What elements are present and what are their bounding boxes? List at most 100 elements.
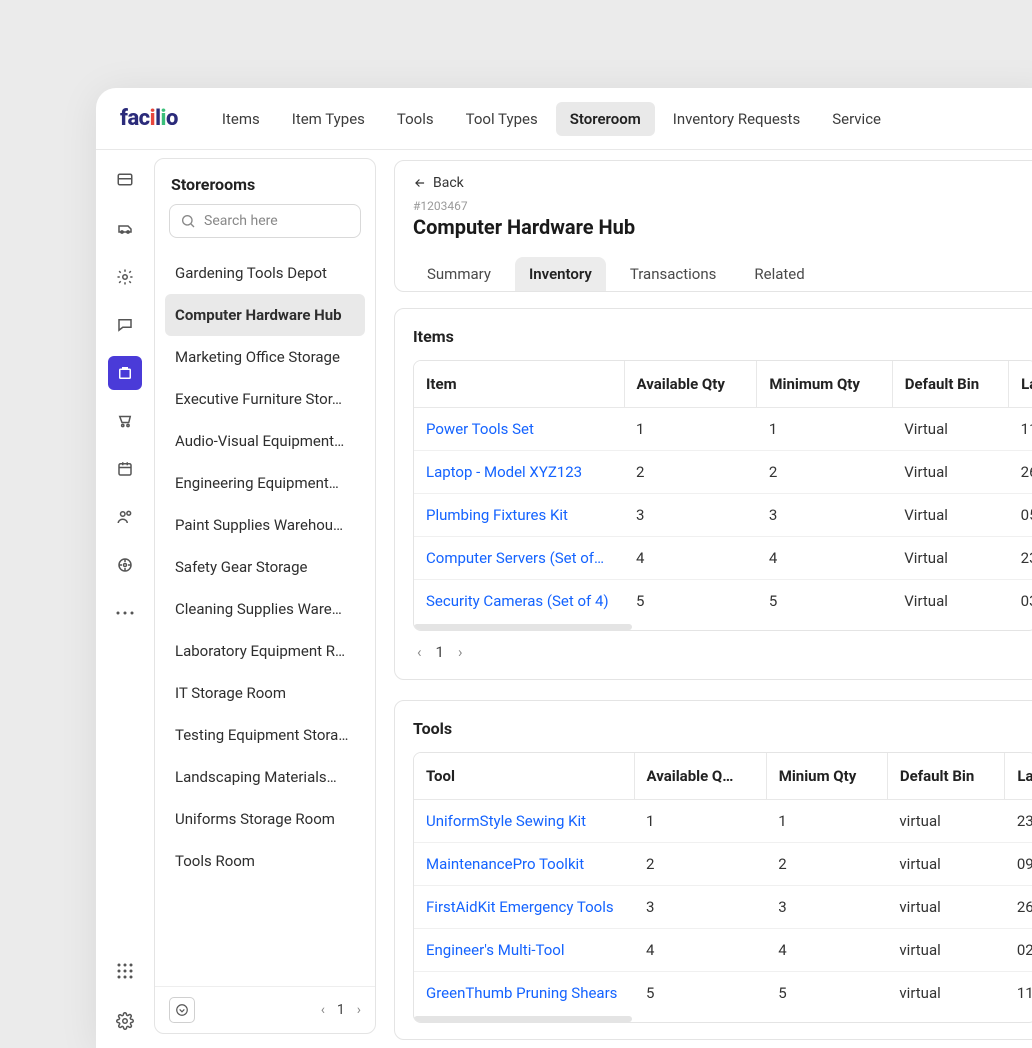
wheel-icon[interactable] (108, 548, 142, 582)
storeroom-item[interactable]: Audio-Visual Equipment… (165, 420, 365, 462)
item-link[interactable]: Laptop - Model XYZ123 (414, 451, 624, 494)
logo: facilio (120, 106, 178, 131)
horizontal-scrollbar[interactable] (414, 1016, 632, 1022)
nav-inventory-requests[interactable]: Inventory Requests (659, 102, 814, 136)
cell: 03 Jan 20 (1009, 580, 1032, 623)
cell: virtual (887, 886, 1004, 929)
tab-related[interactable]: Related (740, 257, 818, 291)
cell: 1 (766, 800, 887, 843)
search-input[interactable]: Search here (169, 204, 361, 238)
items-table: Item Available Qty Minimum Qty Default B… (413, 360, 1032, 631)
more-icon[interactable] (108, 596, 142, 630)
calendar-icon[interactable] (108, 452, 142, 486)
table-row: Computer Servers (Set of… 4 4 Virtual 23… (414, 537, 1032, 580)
tools-table: Tool Available Q… Minium Qty Default Bin… (413, 752, 1032, 1023)
gear-icon[interactable] (108, 1004, 142, 1038)
cell: 2 (634, 843, 766, 886)
col-last-purchased[interactable]: Last Purc (1009, 361, 1032, 408)
col-item[interactable]: Item (414, 361, 624, 408)
col-last-purchased[interactable]: Last Purcl (1005, 753, 1032, 800)
table-row: GreenThumb Pruning Shears 5 5 virtual 11… (414, 972, 1032, 1015)
table-row: UniformStyle Sewing Kit 1 1 virtual 23 J… (414, 800, 1032, 843)
back-label: Back (433, 175, 464, 191)
side-rail (96, 150, 154, 1048)
back-button[interactable]: Back (413, 175, 1032, 191)
cell: 5 (624, 580, 757, 623)
tool-link[interactable]: GreenThumb Pruning Shears (414, 972, 634, 1015)
cell: virtual (887, 800, 1004, 843)
cell: 5 (757, 580, 892, 623)
col-minimum-qty[interactable]: Minimum Qty (757, 361, 892, 408)
cell: 11 Jan 20 (1005, 972, 1032, 1015)
assets-icon[interactable] (108, 212, 142, 246)
pager-next-icon[interactable]: › (357, 1002, 361, 1018)
dashboard-icon[interactable] (108, 164, 142, 198)
nav-item-types[interactable]: Item Types (278, 102, 379, 136)
cell: 4 (757, 537, 892, 580)
cell: 3 (624, 494, 757, 537)
storeroom-item[interactable]: Marketing Office Storage (165, 336, 365, 378)
tool-link[interactable]: MaintenancePro Toolkit (414, 843, 634, 886)
cell: 1 (624, 408, 757, 451)
pager-prev-icon[interactable]: ‹ (321, 1002, 325, 1018)
storeroom-item[interactable]: Gardening Tools Depot (165, 252, 365, 294)
nav-tools[interactable]: Tools (383, 102, 448, 136)
storeroom-item[interactable]: Computer Hardware Hub (165, 294, 365, 336)
col-default-bin[interactable]: Default Bin (892, 361, 1008, 408)
item-link[interactable]: Computer Servers (Set of… (414, 537, 624, 580)
cell: 3 (757, 494, 892, 537)
storeroom-item[interactable]: Paint Supplies Warehou… (165, 504, 365, 546)
storeroom-list: Gardening Tools Depot Computer Hardware … (155, 248, 375, 986)
item-link[interactable]: Security Cameras (Set of 4) (414, 580, 624, 623)
horizontal-scrollbar[interactable] (414, 624, 632, 630)
cart-icon[interactable] (108, 404, 142, 438)
inventory-icon[interactable] (108, 356, 142, 390)
storerooms-title: Storerooms (155, 159, 375, 204)
cell: 5 (634, 972, 766, 1015)
apps-grid-icon[interactable] (108, 954, 142, 988)
storeroom-item[interactable]: Engineering Equipment… (165, 462, 365, 504)
tab-inventory[interactable]: Inventory (515, 257, 606, 291)
storeroom-item[interactable]: Landscaping Materials… (165, 756, 365, 798)
people-icon[interactable] (108, 500, 142, 534)
storeroom-item[interactable]: Laboratory Equipment R… (165, 630, 365, 672)
tool-link[interactable]: FirstAidKit Emergency Tools (414, 886, 634, 929)
nav-tool-types[interactable]: Tool Types (452, 102, 552, 136)
storeroom-item[interactable]: Cleaning Supplies Ware… (165, 588, 365, 630)
col-available-qty[interactable]: Available Q… (634, 753, 766, 800)
table-row: Plumbing Fixtures Kit 3 3 Virtual 05 Jan… (414, 494, 1032, 537)
col-tool[interactable]: Tool (414, 753, 634, 800)
items-pager-next-icon[interactable]: › (458, 643, 463, 661)
nav-service[interactable]: Service (818, 102, 895, 136)
items-pager-prev-icon[interactable]: ‹ (417, 643, 422, 661)
tool-link[interactable]: UniformStyle Sewing Kit (414, 800, 634, 843)
storeroom-item[interactable]: Executive Furniture Stor… (165, 378, 365, 420)
col-default-bin[interactable]: Default Bin (887, 753, 1004, 800)
settings-cog-icon[interactable] (108, 260, 142, 294)
item-link[interactable]: Power Tools Set (414, 408, 624, 451)
storeroom-item[interactable]: IT Storage Room (165, 672, 365, 714)
tab-transactions[interactable]: Transactions (616, 257, 731, 291)
tool-link[interactable]: Engineer's Multi-Tool (414, 929, 634, 972)
col-minimum-qty[interactable]: Minium Qty (766, 753, 887, 800)
filter-toggle-icon[interactable] (169, 997, 195, 1023)
storeroom-item[interactable]: Testing Equipment Stora… (165, 714, 365, 756)
storeroom-item[interactable]: Tools Room (165, 840, 365, 882)
nav-items[interactable]: Items (208, 102, 274, 136)
nav-storeroom[interactable]: Storeroom (556, 102, 655, 136)
record-title: Computer Hardware Hub (413, 215, 1032, 239)
storeroom-item[interactable]: Safety Gear Storage (165, 546, 365, 588)
table-row: Laptop - Model XYZ123 2 2 Virtual 26 Jan… (414, 451, 1032, 494)
items-card-title: Items (413, 327, 1032, 346)
col-available-qty[interactable]: Available Qty (624, 361, 757, 408)
chat-icon[interactable] (108, 308, 142, 342)
storeroom-item[interactable]: Uniforms Storage Room (165, 798, 365, 840)
cell: 02 Feb 20 (1005, 929, 1032, 972)
cell: virtual (887, 972, 1004, 1015)
item-link[interactable]: Plumbing Fixtures Kit (414, 494, 624, 537)
cell: 2 (624, 451, 757, 494)
tab-summary[interactable]: Summary (413, 257, 505, 291)
cell: 4 (766, 929, 887, 972)
cell: 1 (757, 408, 892, 451)
items-pager-current: 1 (436, 643, 444, 661)
